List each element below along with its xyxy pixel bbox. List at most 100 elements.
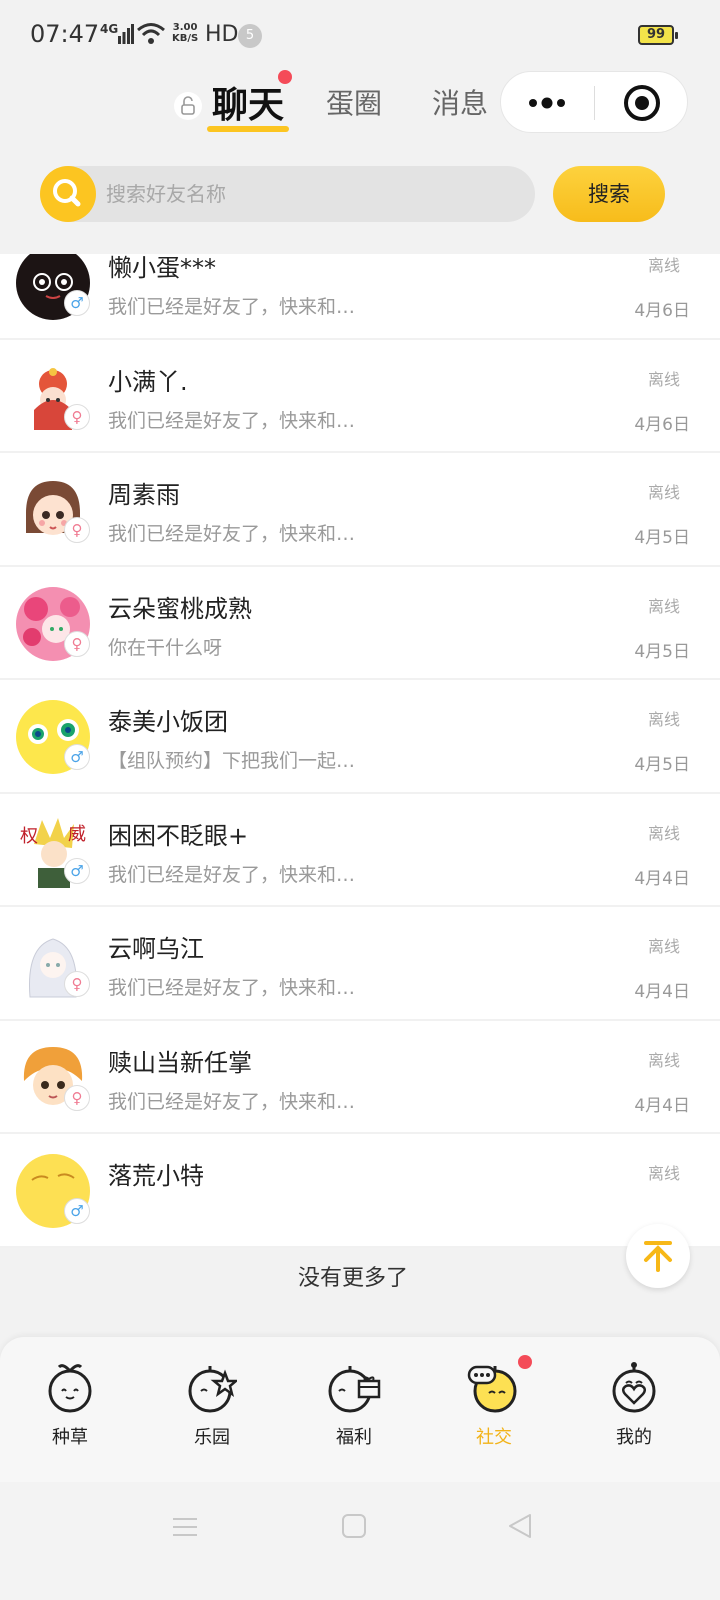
tab-chat[interactable]: 聊天	[212, 76, 284, 128]
wifi-icon	[137, 23, 165, 44]
nav-label: 我的	[616, 1427, 652, 1448]
avatar[interactable]: ♂	[16, 254, 90, 320]
female-icon: ♀	[64, 630, 90, 657]
back-icon[interactable]	[506, 1512, 534, 1540]
chat-date: 4月5日	[634, 528, 690, 548]
nav-item-grass[interactable]: 种草	[20, 1361, 120, 1449]
avatar[interactable]: ♀	[16, 927, 90, 1001]
scroll-to-top-button[interactable]	[626, 1224, 690, 1288]
online-status: 离线	[647, 1050, 680, 1070]
close-miniapp-icon[interactable]	[623, 84, 661, 122]
chat-date: 4月6日	[634, 301, 690, 321]
status-bar: 07:47 4G 3.00 KB/S HD 5 99	[0, 0, 720, 70]
chat-date: 4月4日	[634, 1095, 690, 1116]
miniapp-capsule	[500, 71, 688, 133]
online-status: 离线	[647, 823, 680, 843]
online-status: 离线	[647, 483, 680, 502]
search-input[interactable]	[106, 166, 526, 222]
chat-name: 懒小蛋***	[108, 254, 216, 282]
menu-icon[interactable]	[172, 1514, 198, 1540]
chat-egg-icon	[444, 1361, 544, 1417]
star-egg-icon	[162, 1361, 262, 1417]
tab-messages[interactable]: 消息	[432, 82, 488, 122]
female-icon: ♀	[64, 971, 90, 997]
avatar[interactable]: 权 威 ♂	[16, 813, 90, 888]
online-status: 离线	[647, 937, 680, 956]
network-speed: 3.00 KB/S	[172, 22, 198, 44]
arrow-up-icon	[644, 1241, 672, 1272]
status-time: 07:47	[30, 20, 100, 48]
chat-preview: 我们已经是好友了，快来和…	[108, 523, 356, 545]
lock-icon[interactable]	[174, 92, 202, 120]
chat-name: 泰美小饭团	[108, 708, 228, 736]
system-nav-bar	[0, 1482, 720, 1600]
male-icon: ♂	[64, 744, 90, 770]
online-status: 离线	[647, 256, 680, 275]
search-button[interactable]: 搜索	[553, 166, 665, 222]
nav-label: 种草	[52, 1427, 88, 1448]
chat-name: 困困不眨眼+	[108, 821, 249, 850]
avatar[interactable]: ♂	[16, 1154, 90, 1228]
chat-list-item[interactable]: ♂ 泰美小饭团【组队预约】下把我们一起… 离线 4月5日	[0, 680, 720, 794]
chat-name: 小满丫.	[108, 367, 188, 396]
heart-egg-icon	[584, 1361, 684, 1417]
chat-list-item[interactable]: ♂ 落荒小特 离线	[0, 1134, 720, 1248]
more-icon[interactable]	[527, 94, 567, 112]
capsule-divider	[594, 86, 595, 120]
avatar[interactable]: ♀	[16, 473, 90, 547]
signal-icon	[118, 24, 134, 44]
chat-list-item[interactable]: ♀ 云朵蜜桃成熟 你在干什么呀 离线 4月5日	[0, 566, 720, 680]
avatar[interactable]: ♀	[16, 359, 90, 434]
avatar[interactable]: ♂	[16, 700, 90, 774]
svg-text:权: 权	[20, 826, 38, 847]
female-icon: ♀	[64, 1084, 90, 1111]
chat-preview: 我们已经是好友了，快来和…	[108, 977, 356, 999]
chat-list-item[interactable]: ♀ 赎山当新任掌 我们已经是好友了，快来和… 离线 4月4日	[0, 1020, 720, 1134]
chat-name: 周素雨	[108, 481, 180, 509]
nav-item-mine[interactable]: 我的	[584, 1361, 684, 1449]
female-icon: ♀	[64, 517, 90, 543]
online-status: 离线	[647, 710, 680, 729]
chat-preview: 我们已经是好友了，快来和…	[108, 409, 356, 432]
online-status: 离线	[647, 1164, 680, 1183]
chat-list-item[interactable]: ♀ 云啊乌江我们已经是好友了，快来和… 离线 4月4日	[0, 907, 720, 1021]
no-more-text: 没有更多了	[297, 1266, 408, 1291]
sprout-egg-icon	[20, 1361, 120, 1417]
chat-date: 4月4日	[634, 982, 690, 1002]
male-icon: ♂	[64, 1198, 90, 1224]
chat-name: 云啊乌江	[108, 935, 204, 963]
chat-list-item[interactable]: ♀ 小满丫. 我们已经是好友了，快来和… 离线 4月6日	[0, 339, 720, 453]
chat-list[interactable]: ♂ 懒小蛋*** 我们已经是好友了，快来和… 离线 4月6日 ♀ 小满丫. 我们已经是好友了，…	[0, 254, 720, 1248]
chat-list-item[interactable]: ♀ 周素雨我们已经是好友了，快来和… 离线 4月5日	[0, 453, 720, 567]
female-icon: ♀	[64, 403, 90, 430]
active-tab-indicator	[207, 126, 289, 132]
speed-unit: KB/S	[172, 33, 199, 44]
battery-icon: 99	[638, 25, 678, 45]
avatar[interactable]: ♀	[16, 586, 90, 661]
chat-preview: 【组队预约】下把我们一起…	[108, 750, 356, 772]
chat-name: 云朵蜜桃成熟	[108, 594, 252, 623]
nav-item-social[interactable]: 社交	[444, 1361, 544, 1449]
online-status: 离线	[647, 369, 680, 389]
chat-name: 落荒小特	[108, 1162, 204, 1190]
male-icon: ♂	[64, 290, 90, 316]
chat-preview: 我们已经是好友了，快来和…	[108, 863, 356, 886]
nav-item-welfare[interactable]: 福利	[304, 1361, 404, 1449]
hd-indicator: HD	[205, 22, 239, 47]
svg-text:威: 威	[68, 824, 86, 845]
tab-egg-circle[interactable]: 蛋圈	[326, 82, 382, 122]
search-bar	[40, 166, 535, 222]
chat-list-inner: ♂ 懒小蛋*** 我们已经是好友了，快来和… 离线 4月6日 ♀ 小满丫. 我们已经是好友了，…	[0, 254, 720, 1248]
chat-list-item[interactable]: 权 威 ♂ 困困不眨眼+ 我们已经是好友了，快来和… 离线 4月4日	[0, 793, 720, 907]
chat-list-item[interactable]: ♂ 懒小蛋*** 我们已经是好友了，快来和… 离线 4月6日	[0, 254, 720, 340]
notification-count-badge: 5	[238, 24, 262, 48]
tab-chat-red-dot	[278, 70, 292, 84]
nav-item-park[interactable]: 乐园	[162, 1361, 262, 1449]
speed-value: 3.00	[172, 22, 198, 33]
chat-preview: 你在干什么呀	[108, 636, 223, 659]
avatar[interactable]: ♀	[16, 1040, 90, 1115]
home-icon[interactable]	[341, 1513, 367, 1539]
top-tabs: 聊天 蛋圈 消息	[0, 70, 720, 140]
gift-egg-icon	[304, 1361, 404, 1417]
chat-date: 4月5日	[634, 755, 690, 775]
